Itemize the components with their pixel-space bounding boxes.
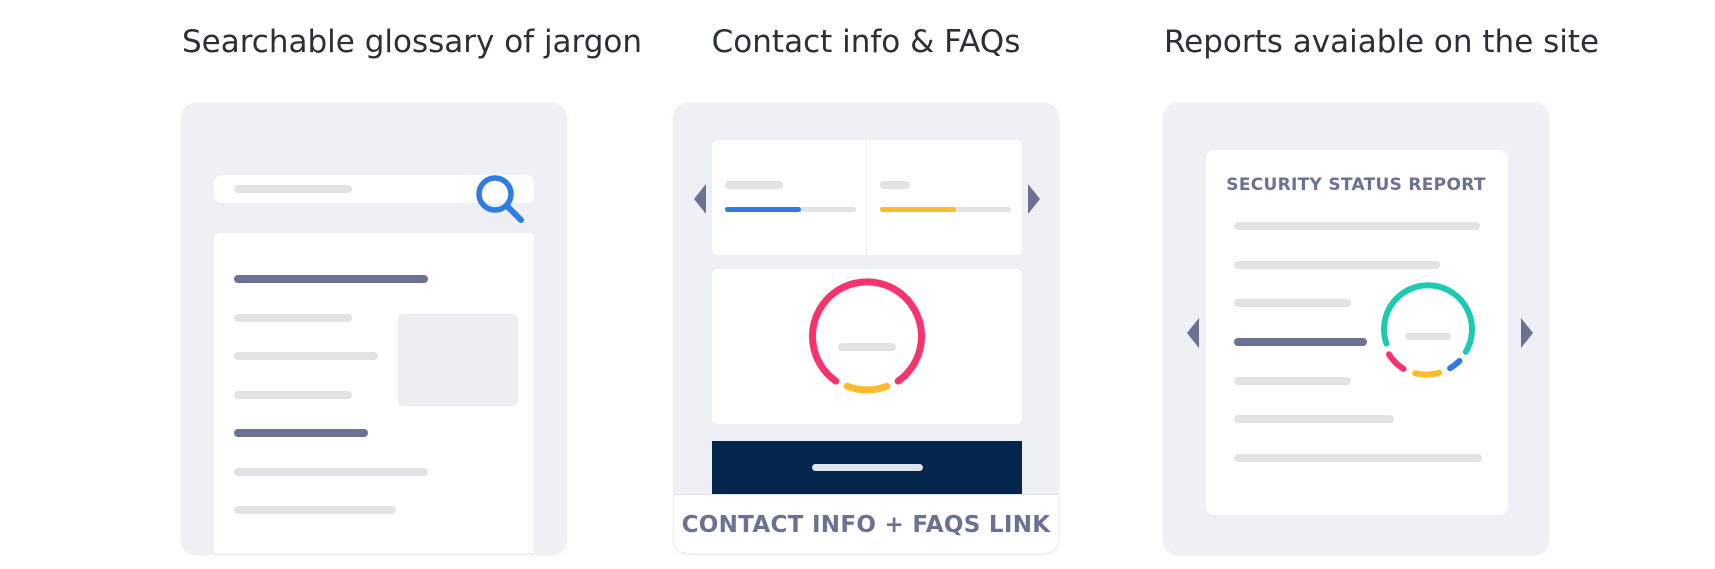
reports-card: SECURITY STATUS REPORT [1164, 103, 1548, 553]
glossary-line [234, 352, 378, 360]
report-line [1234, 222, 1480, 230]
glossary-line [234, 506, 396, 514]
gauge-value-placeholder [1405, 333, 1451, 340]
report-line [1234, 415, 1394, 423]
arrow-right-icon[interactable] [1519, 318, 1533, 348]
glossary-line [234, 314, 352, 322]
image-placeholder [398, 314, 518, 406]
report-document: SECURITY STATUS REPORT [1206, 150, 1508, 515]
contact-card: CONTACT INFO + FAQS LINK [674, 103, 1058, 553]
column-title-reports: Reports avaiable on the site [1164, 24, 1600, 60]
contact-faqs-link[interactable]: CONTACT INFO + FAQS LINK [674, 494, 1058, 553]
stats-panel [712, 140, 1022, 255]
report-line [1234, 454, 1482, 462]
contact-footer-block [712, 441, 1022, 501]
glossary-list-panel [214, 233, 534, 553]
search-placeholder [234, 185, 352, 193]
column-title-contact: Contact info & FAQs [711, 24, 1021, 60]
stat-fill-yellow [880, 207, 956, 212]
stat-label [880, 181, 910, 189]
column-title-glossary: Searchable glossary of jargon [182, 24, 643, 60]
stats-divider [866, 140, 867, 255]
arrow-right-icon[interactable] [1026, 184, 1040, 214]
arrow-left-icon[interactable] [1187, 318, 1201, 348]
arrow-left-icon[interactable] [694, 184, 708, 214]
report-line [1234, 261, 1440, 269]
glossary-term [234, 275, 428, 283]
stat-label [725, 181, 783, 189]
report-line [1234, 299, 1351, 307]
glossary-line [234, 391, 352, 399]
report-line-highlight [1234, 338, 1367, 346]
report-title: SECURITY STATUS REPORT [1226, 175, 1486, 195]
report-line [1234, 377, 1351, 385]
glossary-line [234, 468, 428, 476]
glossary-term [234, 429, 368, 437]
search-icon[interactable] [474, 173, 534, 233]
gauge-value-placeholder [838, 343, 896, 351]
glossary-card [182, 103, 566, 553]
stat-fill-blue [725, 207, 801, 212]
footer-line [812, 464, 923, 471]
